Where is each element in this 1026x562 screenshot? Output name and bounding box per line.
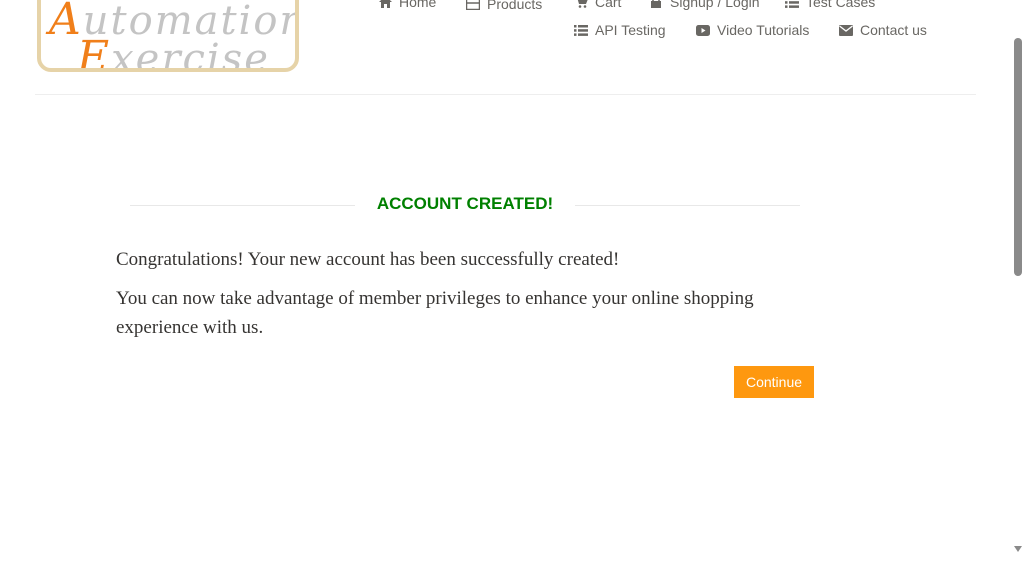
- nav-home[interactable]: Home: [378, 0, 436, 10]
- account-created-title-block: ACCOUNT CREATED!: [130, 192, 800, 218]
- nav-video-tutorials[interactable]: Video Tutorials: [696, 22, 809, 38]
- nav-signup-login-label: Signup / Login: [670, 0, 760, 10]
- congratulations-message: Congratulations! Your new account has be…: [116, 249, 620, 270]
- scroll-down-arrow-icon[interactable]: [1014, 546, 1022, 552]
- logo-text-exercise: xercise: [111, 36, 270, 72]
- continue-button[interactable]: Continue: [734, 366, 814, 398]
- home-icon: [378, 0, 392, 9]
- scrollbar-thumb[interactable]: [1014, 38, 1022, 276]
- nav-signup-login[interactable]: Signup / Login: [649, 0, 760, 10]
- nav-video-tutorials-label: Video Tutorials: [717, 22, 810, 38]
- nav-api-testing[interactable]: API Testing: [574, 22, 666, 38]
- header-divider: [35, 94, 976, 95]
- products-icon: [466, 0, 480, 11]
- nav-products[interactable]: Products: [466, 0, 542, 12]
- envelope-icon: [839, 23, 853, 37]
- cart-icon: [574, 0, 588, 9]
- page: Automation Exercise Home Products Cart S…: [0, 0, 1026, 562]
- privileges-message: You can now take advantage of member pri…: [116, 288, 754, 338]
- logo-cap-e: E: [77, 32, 112, 72]
- nav-cart-label: Cart: [595, 0, 622, 10]
- site-logo[interactable]: Automation Exercise: [37, 0, 299, 72]
- nav-cart[interactable]: Cart: [574, 0, 621, 10]
- scrollbar[interactable]: [1010, 0, 1026, 562]
- list-icon: [574, 23, 588, 37]
- lock-icon: [649, 0, 663, 9]
- logo-line-2: Exercise: [77, 36, 270, 72]
- list-icon: [785, 0, 799, 9]
- nav-test-cases-label: Test Cases: [806, 0, 876, 10]
- nav-contact-us-label: Contact us: [860, 22, 927, 38]
- nav-api-testing-label: API Testing: [595, 22, 666, 38]
- nav-test-cases[interactable]: Test Cases: [785, 0, 875, 10]
- page-title: ACCOUNT CREATED!: [376, 194, 554, 213]
- youtube-play-icon: [696, 23, 710, 37]
- nav-contact-us[interactable]: Contact us: [839, 22, 927, 38]
- nav-home-label: Home: [399, 0, 437, 10]
- nav-products-label: Products: [487, 0, 543, 12]
